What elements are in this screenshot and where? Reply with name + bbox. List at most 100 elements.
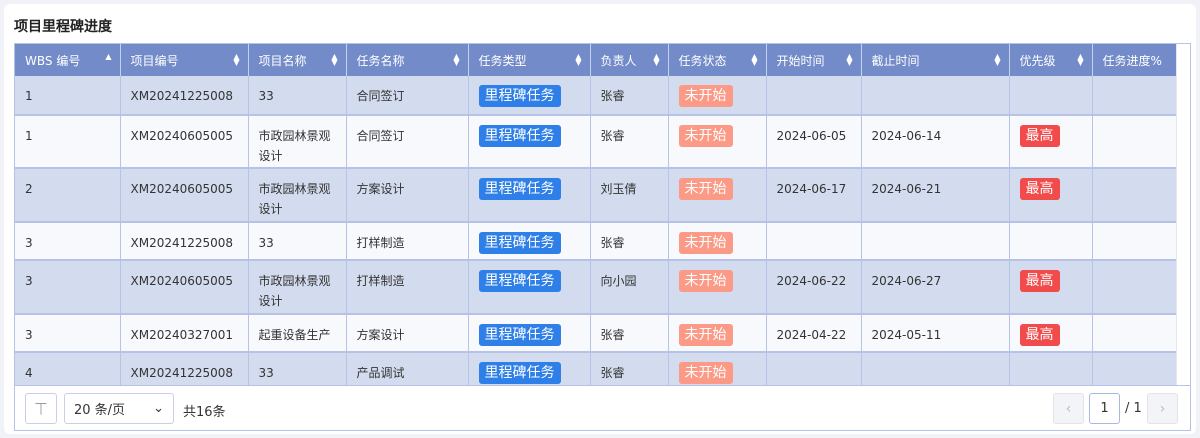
table-cell: XM20240605005 xyxy=(120,115,249,169)
table-cell: 3 xyxy=(15,260,121,315)
column-header[interactable]: 任务类型 ▲ ▼ xyxy=(468,44,591,76)
table-cell: 合同签订 xyxy=(346,115,469,169)
cell-text: 2024-05-11 xyxy=(871,328,942,342)
table-cell: 未开始 xyxy=(668,168,767,223)
table-cell: 2024-06-17 xyxy=(766,168,862,223)
table-row[interactable]: 2 XM20240605005 市政园林景观设计 方案设计 里程碑任务 刘玉倩 未开始 202… xyxy=(15,168,1178,223)
cell-text: 33 xyxy=(258,366,274,380)
column-header-label: 开始时间 xyxy=(776,53,825,68)
column-header[interactable]: WBS 编号 ▲ xyxy=(15,44,121,76)
table-cell: 合同签订 xyxy=(346,76,469,116)
sort-icon[interactable]: ▲ ▼ xyxy=(653,53,659,67)
cell-text: 1 xyxy=(25,89,33,103)
cell-text: 2024-06-14 xyxy=(871,129,942,143)
task-type-badge: 里程碑任务 xyxy=(478,232,561,254)
table-cell xyxy=(861,222,1010,261)
cell-text: 2 xyxy=(25,182,33,196)
page-size-select[interactable]: 20 条/页 ⌄ xyxy=(64,393,174,424)
cell-text: 刘玉倩 xyxy=(600,182,637,196)
table-cell xyxy=(1092,260,1178,315)
column-header-label: 任务名称 xyxy=(356,53,405,68)
column-header[interactable]: 任务进度% xyxy=(1092,44,1178,76)
priority-badge: 最高 xyxy=(1019,270,1060,292)
sort-icon[interactable]: ▲ ▼ xyxy=(331,53,337,67)
task-type-badge: 里程碑任务 xyxy=(478,270,561,292)
cell-text: 张睿 xyxy=(600,129,625,143)
table-cell: 1 xyxy=(15,115,121,169)
table-cell: 张睿 xyxy=(590,222,669,261)
column-header-label: 项目编号 xyxy=(130,53,179,68)
prev-page-button[interactable]: ‹ xyxy=(1053,393,1084,424)
column-header[interactable]: 任务状态 ▲ ▼ xyxy=(668,44,767,76)
table-cell: 未开始 xyxy=(668,115,767,169)
cell-text: 33 xyxy=(258,236,274,250)
cell-text: 合同签订 xyxy=(356,89,405,103)
table-cell: 刘玉倩 xyxy=(590,168,669,223)
cell-text: 向小园 xyxy=(600,274,637,288)
column-header[interactable]: 负责人 ▲ ▼ xyxy=(590,44,669,76)
column-header[interactable]: 任务名称 ▲ ▼ xyxy=(346,44,469,76)
page-size-value: 20 条/页 xyxy=(74,403,126,418)
table-cell: 里程碑任务 xyxy=(468,115,591,169)
sort-icon[interactable]: ▲ ▼ xyxy=(751,53,757,67)
table-cell: XM20240605005 xyxy=(120,168,249,223)
first-page-icon[interactable]: ⏉ xyxy=(25,393,57,424)
priority-badge: 最高 xyxy=(1019,125,1060,147)
table-cell: XM20241225008 xyxy=(120,76,249,116)
sort-icon[interactable]: ▲ ▼ xyxy=(233,53,239,67)
table-row[interactable]: 3 XM20240327001 起重设备生产 方案设计 里程碑任务 张睿 未开始 2024-0… xyxy=(15,314,1178,353)
table-cell: 张睿 xyxy=(590,115,669,169)
milestone-table: WBS 编号 ▲ 项目编号 ▲ ▼ 项目名称 ▲ ▼ 任务名称 ▲ ▼ 任务类型 ▲ ▼ 负责人 ▲ ▼ 任务状态… xyxy=(14,43,1191,431)
table-cell: 3 xyxy=(15,314,121,353)
cell-text: XM20240605005 xyxy=(130,182,234,196)
column-header-label: 任务状态 xyxy=(678,53,727,68)
table-cell xyxy=(1092,115,1178,169)
sort-icon[interactable]: ▲ ▼ xyxy=(1077,53,1083,67)
table-row[interactable]: 3 XM20241225008 33 打样制造 里程碑任务 张睿 未开始 xyxy=(15,222,1178,261)
table-cell: 2024-04-22 xyxy=(766,314,862,353)
sort-icon[interactable]: ▲ ▼ xyxy=(575,53,581,67)
column-header[interactable]: 开始时间 ▲ ▼ xyxy=(766,44,862,76)
page-title: 项目里程碑进度 xyxy=(14,19,112,35)
table-cell: 里程碑任务 xyxy=(468,260,591,315)
status-badge: 未开始 xyxy=(678,324,733,346)
table-cell: 市政园林景观设计 xyxy=(248,260,347,315)
priority-badge: 最高 xyxy=(1019,324,1060,346)
column-header[interactable]: 项目名称 ▲ ▼ xyxy=(248,44,347,76)
cell-text: XM20240327001 xyxy=(130,328,234,342)
table-cell xyxy=(766,222,862,261)
cell-text: 打样制造 xyxy=(356,236,405,250)
table-cell xyxy=(1009,222,1093,261)
cell-text: 方案设计 xyxy=(356,328,405,342)
column-header[interactable]: 截止时间 ▲ ▼ xyxy=(861,44,1010,76)
table-row[interactable]: 1 XM20240605005 市政园林景观设计 合同签订 里程碑任务 张睿 未开始 2024… xyxy=(15,115,1178,169)
sort-icon[interactable]: ▲ xyxy=(105,53,111,61)
cell-text: 3 xyxy=(25,274,33,288)
sort-icon[interactable]: ▲ ▼ xyxy=(453,53,459,67)
table-cell: 33 xyxy=(248,222,347,261)
status-badge: 未开始 xyxy=(678,178,733,200)
sort-icon[interactable]: ▲ ▼ xyxy=(994,53,1000,67)
cell-text: 市政园林景观设计 xyxy=(258,274,331,308)
table-row[interactable]: 1 XM20241225008 33 合同签订 里程碑任务 张睿 未开始 xyxy=(15,76,1178,116)
cell-text: XM20241225008 xyxy=(130,366,234,380)
column-header[interactable]: 优先级 ▲ ▼ xyxy=(1009,44,1093,76)
status-badge: 未开始 xyxy=(678,85,733,107)
column-header-label: 任务类型 xyxy=(478,53,527,68)
column-header-label: 负责人 xyxy=(600,53,637,68)
status-badge: 未开始 xyxy=(678,232,733,254)
status-badge: 未开始 xyxy=(678,362,733,384)
table-row[interactable]: 3 XM20240605005 市政园林景观设计 打样制造 里程碑任务 向小园 未开始 202… xyxy=(15,260,1178,315)
table-cell: XM20241225008 xyxy=(120,222,249,261)
table-cell: 向小园 xyxy=(590,260,669,315)
table-cell: 起重设备生产 xyxy=(248,314,347,353)
table-cell: 打样制造 xyxy=(346,260,469,315)
sort-icon[interactable]: ▲ ▼ xyxy=(846,53,852,67)
cell-text: 3 xyxy=(25,236,33,250)
table-cell xyxy=(766,76,862,116)
next-page-button[interactable]: › xyxy=(1147,393,1178,424)
table-cell: 里程碑任务 xyxy=(468,222,591,261)
page-number-input[interactable]: 1 xyxy=(1089,393,1120,424)
column-header[interactable]: 项目编号 ▲ ▼ xyxy=(120,44,249,76)
vertical-scrollbar[interactable] xyxy=(1176,44,1190,385)
